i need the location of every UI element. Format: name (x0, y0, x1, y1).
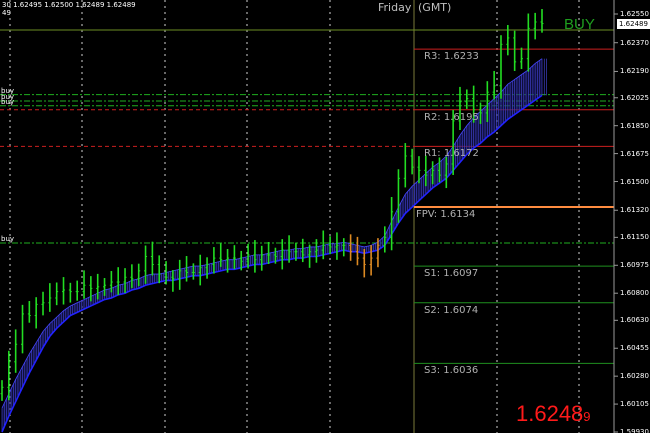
pivot-label: S2: 1.6074 (424, 304, 479, 316)
pivot-label: R2: 1.6195 (424, 111, 479, 123)
price-axis-label: 1.60630 (620, 316, 649, 325)
price-axis-label: 1.60800 (620, 289, 649, 298)
price-axis-label: 1.60975 (620, 261, 649, 270)
ohlc-readout-2: 49 (2, 9, 11, 17)
pivot-label: FPV: 1.6134 (416, 209, 476, 221)
pivot-label: R3: 1.6233 (424, 51, 479, 63)
buy-line-label: buy (1, 234, 15, 243)
price-axis-label: 1.61850 (620, 121, 649, 130)
price-axis-current-tag: 1.62489 (617, 18, 650, 29)
pivot-label: S1: 1.6097 (424, 268, 479, 280)
pivot-label: R1: 1.6172 (424, 148, 479, 160)
day-separator-label: Friday (378, 1, 412, 14)
price-axis-label: 1.61500 (620, 177, 649, 186)
price-axis-label: 1.62370 (620, 38, 649, 47)
price-axis-label: 1.60105 (620, 400, 649, 409)
price-axis-label: 1.62190 (620, 67, 649, 76)
price-axis-label: 1.59930 (620, 428, 649, 433)
signal-label: BUY (564, 16, 595, 33)
trading-chart-window[interactable]: 30 1.62495 1.62500 1.62489 1.62489 49 Fr… (0, 0, 650, 433)
pivot-label: S3: 1.6036 (424, 365, 479, 377)
price-axis-label: 1.60455 (620, 344, 649, 353)
price-axis-label: 1.60280 (620, 372, 649, 381)
price-axis-label: 1.62025 (620, 93, 649, 102)
price-axis-label: 1.62550 (620, 10, 649, 18)
price-axis-bg (614, 0, 650, 433)
current-price-sub: 9 (583, 409, 591, 424)
current-price-display: 1.62489 (516, 401, 591, 427)
buy-line-label: buy (1, 97, 15, 106)
ohlc-readout: 30 1.62495 1.62500 1.62489 1.62489 (2, 1, 136, 9)
current-price-main: 1.6248 (516, 401, 584, 426)
price-axis-label: 1.61150 (620, 233, 649, 242)
timezone-label: (GMT) (418, 1, 452, 14)
price-axis-label: 1.61320 (620, 206, 649, 215)
price-axis-label: 1.61675 (620, 149, 649, 158)
price-chart[interactable] (0, 0, 650, 433)
